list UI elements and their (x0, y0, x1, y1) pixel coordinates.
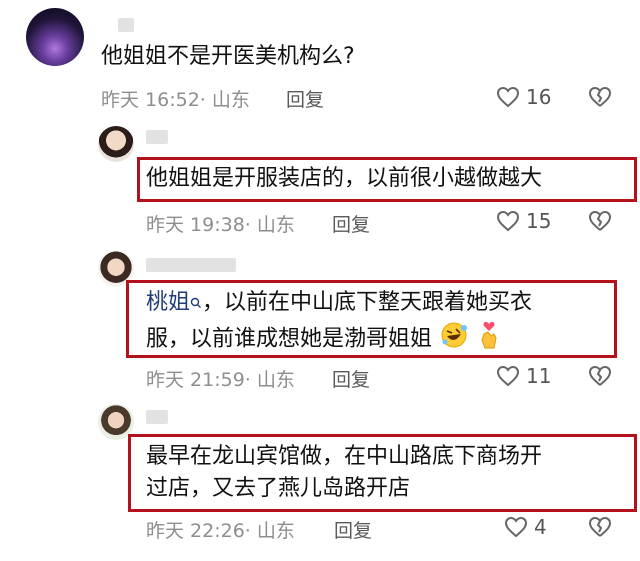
comment-meta: 昨天 19:38· 山东 (146, 210, 295, 237)
comment-text: 他姐姐是开服装店的，以前很小越做越大 (146, 166, 543, 191)
username-redacted (146, 130, 168, 144)
reply-button[interactable]: 回复 (334, 516, 372, 543)
comment-time: 昨天 22:26 (146, 520, 245, 542)
comment-text-line-2: 过店，又去了燕儿岛路开店 (146, 476, 411, 501)
comment-text-line-1: 桃姐 ，以前在中山底下整天跟着她买衣 (146, 288, 532, 320)
comment-location: · 山东 (244, 520, 295, 542)
finger-heart-emoji (476, 320, 502, 359)
comment-location: · 山东 (199, 89, 250, 111)
username-redacted (146, 258, 236, 272)
comment-time: 昨天 19:38 (146, 214, 245, 236)
heart-outline-icon (496, 210, 520, 232)
like-count: 16 (526, 85, 552, 109)
like-button[interactable]: 4 (504, 515, 547, 539)
like-button[interactable]: 15 (496, 209, 551, 233)
reply-button[interactable]: 回复 (286, 85, 324, 112)
broken-heart-icon[interactable] (588, 86, 612, 108)
comment-time: 昨天 21:59 (146, 369, 245, 391)
heart-outline-icon (496, 365, 520, 387)
search-small-icon (190, 290, 202, 320)
comment-meta: 昨天 21:59· 山东 (146, 365, 295, 392)
comment-text: 他姐姐不是开医美机构么? (101, 44, 355, 69)
comment-location: · 山东 (244, 214, 295, 236)
reply-button[interactable]: 回复 (332, 365, 370, 392)
comment-text-line-1: 最早在龙山宾馆做，在中山路底下商场开 (146, 444, 543, 469)
rofl-emoji (439, 320, 469, 359)
like-button[interactable]: 11 (496, 364, 551, 388)
comment-location: · 山东 (244, 369, 295, 391)
broken-heart-icon[interactable] (588, 365, 612, 387)
mention-link[interactable]: 桃姐 (146, 290, 190, 315)
comment-meta: 昨天 22:26· 山东 (146, 516, 295, 543)
broken-heart-icon[interactable] (588, 210, 612, 232)
avatar[interactable] (98, 126, 134, 162)
like-count: 15 (526, 209, 552, 233)
avatar[interactable] (26, 8, 84, 66)
comment-text-line-2: 服，以前谁成想她是渤哥姐姐 (146, 320, 502, 359)
like-count: 11 (526, 364, 552, 388)
heart-outline-icon (504, 516, 528, 538)
reply-button[interactable]: 回复 (332, 210, 370, 237)
heart-outline-icon (496, 86, 520, 108)
like-count: 4 (534, 515, 547, 539)
comment-time: 昨天 16:52 (101, 89, 200, 111)
comment-text-rest: 服，以前谁成想她是渤哥姐姐 (146, 326, 433, 352)
comment-text-rest: ，以前在中山底下整天跟着她买衣 (202, 290, 533, 315)
comment-meta: 昨天 16:52· 山东 (101, 85, 250, 112)
username-redacted (146, 410, 168, 424)
like-button[interactable]: 16 (496, 85, 551, 109)
username-redacted (118, 18, 134, 32)
broken-heart-icon[interactable] (588, 516, 612, 538)
